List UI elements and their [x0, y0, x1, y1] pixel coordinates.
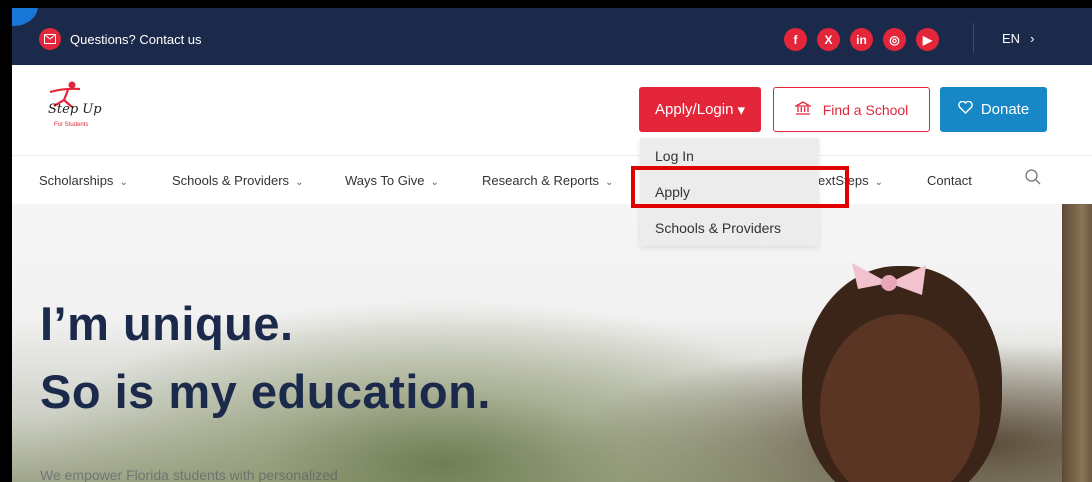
facebook-icon[interactable]: f [784, 28, 807, 51]
donate-label: Donate [980, 101, 1030, 118]
nav-label: Research & Reports [482, 173, 600, 188]
chevron-down-icon: ⌄ [605, 177, 614, 188]
menu-item-apply[interactable]: Apply [640, 174, 819, 210]
chevron-down-icon: ⌄ [295, 177, 304, 188]
contact-label: Questions? Contact us [70, 31, 202, 47]
logo-text: Step Up [48, 102, 102, 117]
hero-section: I’m unique. So is my education. We empow… [12, 204, 1092, 482]
nav-label: Contact [927, 173, 972, 188]
browser-viewport: Questions? Contact us f X in ◎ ▶ EN › St… [12, 8, 1092, 482]
nav-item-schools-providers[interactable]: Schools & Providers ⌄ [172, 173, 303, 188]
social-links: f X in ◎ ▶ [784, 28, 939, 51]
menu-item-schools-providers[interactable]: Schools & Providers [640, 210, 819, 246]
x-icon[interactable]: X [817, 28, 840, 51]
nav-label: extSteps [818, 173, 869, 188]
instagram-icon[interactable]: ◎ [883, 28, 906, 51]
nav-item-ways-to-give[interactable]: Ways To Give ⌄ [345, 173, 439, 188]
contact-link[interactable]: Questions? Contact us [39, 28, 202, 50]
find-school-label: Find a School [822, 101, 909, 118]
nav-label: Ways To Give [345, 173, 425, 188]
nav-item-scholarships[interactable]: Scholarships ⌄ [39, 173, 128, 188]
heart-icon [958, 100, 973, 118]
find-school-button[interactable]: Find a School [773, 87, 930, 132]
linkedin-icon[interactable]: in [850, 28, 873, 51]
search-icon[interactable] [1024, 168, 1044, 188]
nav-label: Schools & Providers [172, 173, 290, 188]
chevron-right-icon: › [1030, 31, 1035, 46]
chevron-down-icon: ⌄ [119, 177, 128, 188]
chevron-down-icon: ⌄ [874, 177, 883, 188]
youtube-icon[interactable]: ▶ [916, 28, 939, 51]
hero-headline-line-2: So is my education. [40, 365, 491, 418]
donate-button[interactable]: Donate [940, 87, 1047, 132]
main-nav: Scholarships ⌄ Schools & Providers ⌄ Ways … [12, 155, 1092, 205]
logo-subtext: For Students [54, 122, 89, 128]
tree-trunk-image [1062, 204, 1092, 482]
nav-item-research-reports[interactable]: Research & Reports ⌄ [482, 173, 613, 188]
hair-bow-image [852, 263, 926, 295]
caret-down-icon: ▾ [737, 101, 745, 119]
hero-subtext: We empower Florida students with persona… [40, 467, 338, 482]
language-selector[interactable]: EN › [1002, 31, 1034, 46]
divider [973, 23, 974, 53]
apply-login-dropdown: Log In Apply Schools & Providers [640, 138, 819, 246]
nav-label: Scholarships [39, 173, 114, 188]
school-icon [793, 101, 813, 118]
apply-login-button[interactable]: Apply/Login ▾ [639, 87, 761, 132]
envelope-icon [39, 28, 61, 50]
menu-item-log-in[interactable]: Log In [640, 138, 819, 174]
nav-item-contact[interactable]: Contact [927, 173, 972, 188]
chevron-down-icon: ⌄ [430, 177, 439, 188]
language-label: EN [1002, 31, 1021, 46]
nav-item-nextsteps[interactable]: extSteps ⌄ [818, 173, 883, 188]
step-up-logo[interactable]: Step Up For Students [42, 80, 112, 140]
top-bar: Questions? Contact us f X in ◎ ▶ EN › [12, 8, 1092, 65]
hero-headline-line-1: I’m unique. [40, 297, 294, 350]
apply-login-label: Apply/Login [655, 101, 734, 118]
